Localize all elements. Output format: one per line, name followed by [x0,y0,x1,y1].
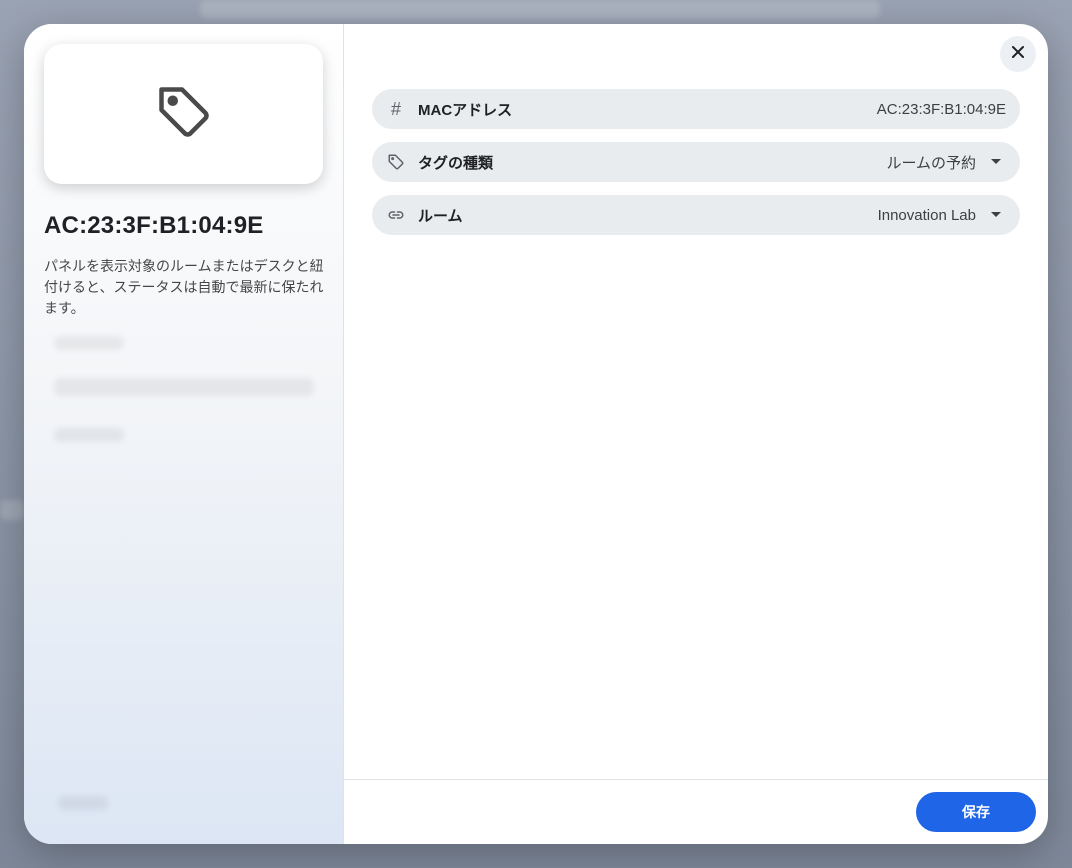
mac-address-row: # MACアドレス AC:23:3F:B1:04:9E [372,89,1020,129]
tag-icon [154,82,214,147]
device-description: パネルを表示対象のルームまたはデスクと紐付けると、ステータスは自動で最新に保たれ… [44,258,324,316]
tag-type-select[interactable]: タグの種類 ルームの予約 [372,142,1020,182]
blurred-placeholder [54,428,124,442]
close-icon [1010,44,1026,65]
tag-detail-dialog: AC:23:3F:B1:04:9E パネルを表示対象のルームまたはデスクと紐付け… [24,24,1048,844]
dialog-footer: 保存 [344,779,1048,844]
backdrop-blur-block [0,500,24,520]
blurred-placeholder [58,796,108,810]
left-pane: AC:23:3F:B1:04:9E パネルを表示対象のルームまたはデスクと紐付け… [24,24,344,844]
field-value: AC:23:3F:B1:04:9E [876,100,1006,118]
blurred-placeholder [54,336,124,350]
tag-preview-card [44,44,323,184]
field-label: MACアドレス [418,101,513,119]
field-label: ルーム [418,207,463,225]
device-title: AC:23:3F:B1:04:9E [44,212,264,239]
blurred-placeholder [54,378,314,396]
tag-icon [386,152,406,172]
field-value: Innovation Lab [877,206,976,224]
backdrop-blur-block [200,0,880,18]
close-button[interactable] [1000,36,1036,72]
right-pane: # MACアドレス AC:23:3F:B1:04:9E タグの種類 ルームの予約 [344,24,1048,844]
caret-down-icon [986,152,1006,172]
hash-icon: # [390,99,401,119]
field-label: タグの種類 [418,154,494,172]
field-list: # MACアドレス AC:23:3F:B1:04:9E タグの種類 ルームの予約 [372,89,1020,248]
field-value: ルームの予約 [886,154,976,172]
link-icon [386,205,406,225]
caret-down-icon [986,205,1006,225]
save-button[interactable]: 保存 [916,792,1036,832]
room-select[interactable]: ルーム Innovation Lab [372,195,1020,235]
